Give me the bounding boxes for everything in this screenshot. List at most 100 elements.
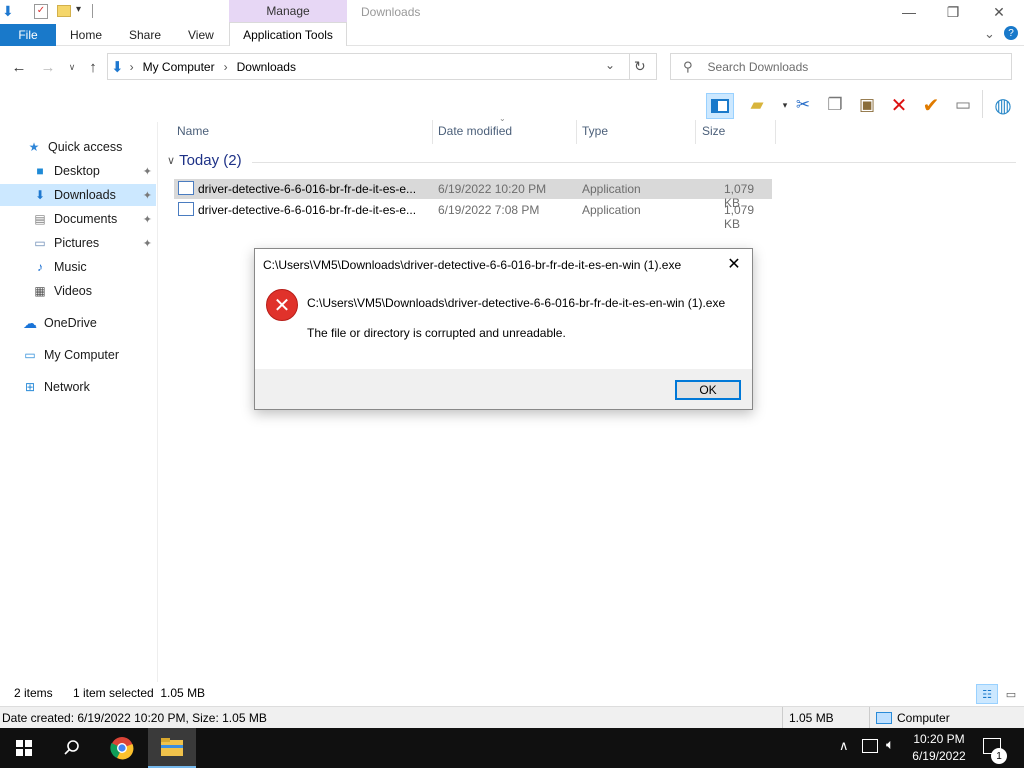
search-input[interactable]: Search Downloads xyxy=(708,60,809,74)
pin-icon[interactable]: ✦ xyxy=(143,237,152,250)
sidebar-item-music[interactable]: ♪ Music xyxy=(0,256,156,278)
sidebar-item-my-computer[interactable]: ▭ My Computer xyxy=(0,344,156,366)
file-row[interactable]: driver-detective-6-6-016-br-fr-de-it-es-… xyxy=(174,200,772,231)
music-icon: ♪ xyxy=(37,260,43,274)
delete-icon[interactable]: ✕ xyxy=(886,93,912,117)
tab-application-tools[interactable]: Application Tools xyxy=(229,22,347,46)
column-header-type[interactable]: Type xyxy=(582,124,608,140)
pin-icon[interactable]: ✦ xyxy=(143,189,152,202)
sidebar-item-network[interactable]: ⊞ Network xyxy=(0,376,156,398)
file-row[interactable]: driver-detective-6-6-016-br-fr-de-it-es-… xyxy=(174,179,772,210)
back-button[interactable]: ← xyxy=(8,56,30,78)
sidebar-item-label: Pictures xyxy=(54,236,100,250)
sidebar-item-quick-access[interactable]: ★ Quick access xyxy=(0,136,156,158)
up-button[interactable]: ↑ xyxy=(82,56,104,78)
copy-icon[interactable]: ❐ xyxy=(822,93,848,117)
quick-access-download-icon[interactable]: ⬇ xyxy=(2,4,16,18)
details-bar: Date created: 6/19/2022 10:20 PM, Size: … xyxy=(0,706,1024,729)
column-header-name[interactable]: Name xyxy=(177,124,209,140)
status-bar: 2 items 1 item selected 1.05 MB ☷ ▭ xyxy=(0,684,1024,704)
start-button[interactable] xyxy=(0,728,48,768)
search-box[interactable]: ⚲ Search Downloads xyxy=(670,53,1012,80)
computer-icon: ▭ xyxy=(24,348,36,362)
pin-icon[interactable]: ✦ xyxy=(143,165,152,178)
downloads-icon: ⬇ xyxy=(34,188,46,202)
navigation-pane xyxy=(0,122,158,682)
column-divider[interactable] xyxy=(576,120,577,144)
sidebar-item-onedrive[interactable]: ☁ OneDrive xyxy=(0,312,156,334)
column-header-date-modified[interactable]: Date modified xyxy=(438,124,512,140)
window-title: Downloads xyxy=(361,5,421,19)
paste-icon[interactable]: ▣ xyxy=(854,93,880,117)
sort-chevron-icon: ⌄ xyxy=(499,114,506,123)
sidebar-item-documents[interactable]: ▤ Documents ✦ xyxy=(0,208,156,230)
address-dropdown-icon[interactable]: ⌄ xyxy=(605,58,621,76)
sidebar-item-label: Network xyxy=(44,380,90,394)
pin-icon[interactable]: ✦ xyxy=(143,213,152,226)
sidebar-item-desktop[interactable]: ■ Desktop ✦ xyxy=(0,160,156,182)
group-header-today[interactable]: ∨ Today (2) xyxy=(167,152,242,169)
title-bar xyxy=(0,0,1024,24)
address-bar[interactable]: ⬇ › My Computer › Downloads xyxy=(107,53,657,80)
help-icon[interactable]: ? xyxy=(1004,26,1018,40)
details-view-icon[interactable]: ☷ xyxy=(976,684,998,704)
file-explorer-taskbar-button[interactable] xyxy=(148,728,196,768)
location-label: Computer xyxy=(897,711,950,725)
minimize-button[interactable]: — xyxy=(886,0,932,24)
sidebar-item-downloads[interactable]: ⬇ Downloads ✦ xyxy=(0,184,156,206)
globe-icon[interactable]: ◍ xyxy=(990,93,1016,117)
folder-icon xyxy=(161,738,183,756)
sidebar-item-label: Videos xyxy=(54,284,92,298)
tab-share[interactable]: Share xyxy=(129,24,161,46)
volume-icon[interactable]: 🔈︎ xyxy=(886,736,894,753)
pictures-icon: ▭ xyxy=(34,236,46,250)
ok-button[interactable]: OK xyxy=(675,380,741,400)
rename-check-icon[interactable]: ✔ xyxy=(918,93,944,117)
properties-icon[interactable]: ✓ xyxy=(34,4,48,19)
properties-box-icon[interactable]: ▭ xyxy=(950,93,976,117)
selection-size: 1.05 MB xyxy=(789,711,834,725)
column-divider[interactable] xyxy=(432,120,433,144)
status-divider xyxy=(869,707,870,729)
clock-date: 6/19/2022 xyxy=(912,749,966,763)
tab-file[interactable]: File xyxy=(0,24,56,46)
large-icons-view-icon[interactable]: ▭ xyxy=(1002,686,1020,702)
tab-view[interactable]: View xyxy=(188,24,214,46)
address-divider xyxy=(629,54,630,79)
search-taskbar-button[interactable] xyxy=(48,728,96,768)
column-divider[interactable] xyxy=(695,120,696,144)
file-size: 1,079 KB xyxy=(724,203,755,231)
maximize-button[interactable]: ❐ xyxy=(930,0,976,24)
sidebar-item-label: Music xyxy=(54,260,87,274)
network-tray-icon[interactable] xyxy=(862,739,878,753)
forward-button[interactable]: → xyxy=(37,56,59,78)
cut-icon[interactable]: ✂ xyxy=(790,93,816,117)
column-divider[interactable] xyxy=(775,120,776,144)
sidebar-item-label: Desktop xyxy=(54,164,100,178)
breadcrumb-downloads[interactable]: Downloads xyxy=(237,60,296,74)
folder-view-icon[interactable]: ▰ xyxy=(744,93,770,117)
search-icon: ⚲ xyxy=(683,58,693,74)
preview-pane-icon[interactable] xyxy=(706,93,734,119)
sidebar-item-videos[interactable]: ▦ Videos xyxy=(0,280,156,302)
refresh-icon[interactable]: ↻ xyxy=(634,58,652,76)
clock[interactable]: 10:20 PM 6/19/2022 xyxy=(906,731,972,765)
documents-icon: ▤ xyxy=(34,212,46,226)
breadcrumb-my-computer[interactable]: My Computer xyxy=(143,60,215,74)
group-divider xyxy=(252,162,1016,163)
recent-locations-icon[interactable]: ∨ xyxy=(61,56,83,78)
column-header-size[interactable]: Size xyxy=(702,124,725,140)
tab-home[interactable]: Home xyxy=(70,24,102,46)
clock-time: 10:20 PM xyxy=(913,732,965,746)
close-window-button[interactable]: ✕ xyxy=(976,0,1022,24)
star-icon: ★ xyxy=(28,140,40,154)
sidebar-item-pictures[interactable]: ▭ Pictures ✦ xyxy=(0,232,156,254)
quick-access-dropdown-icon[interactable]: ▾ xyxy=(76,4,81,15)
dialog-close-button[interactable]: ✕ xyxy=(722,253,746,275)
expand-ribbon-icon[interactable]: ⌄ xyxy=(984,26,995,42)
error-icon: ✕ xyxy=(266,289,298,321)
new-folder-icon[interactable] xyxy=(57,5,71,17)
chrome-taskbar-button[interactable] xyxy=(98,728,146,768)
chrome-icon xyxy=(110,737,134,760)
show-hidden-icons-icon[interactable]: ∧ xyxy=(839,738,849,754)
